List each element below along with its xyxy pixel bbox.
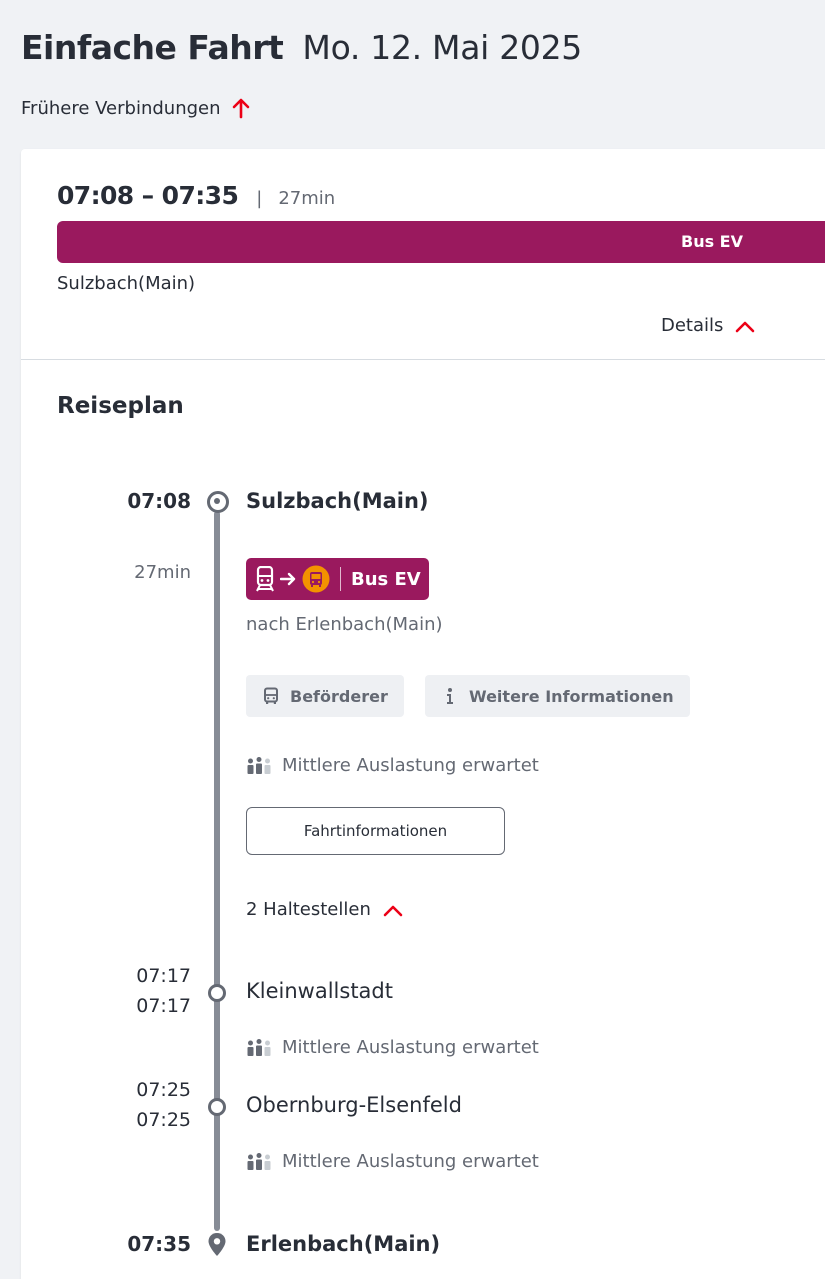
details-label: Details bbox=[661, 315, 724, 336]
leg-direction: nach Erlenbach(Main) bbox=[246, 614, 443, 635]
stop-node bbox=[208, 984, 226, 1002]
occupancy-icon bbox=[247, 756, 271, 774]
operator-label: Beförderer bbox=[290, 686, 388, 706]
occupancy-info: Mittlere Auslastung erwartet bbox=[246, 1151, 539, 1172]
duration: 27min bbox=[278, 188, 336, 209]
start-station: Sulzbach(Main) bbox=[246, 489, 429, 513]
start-time: 07:08 bbox=[127, 489, 191, 513]
trip-info-button[interactable]: Fahrtinformationen bbox=[246, 807, 505, 855]
trip-date: Mo. 12. Mai 2025 bbox=[302, 28, 582, 67]
end-time: 07:35 bbox=[127, 1232, 191, 1256]
operator-button[interactable]: Beförderer bbox=[246, 675, 404, 717]
end-station: Erlenbach(Main) bbox=[246, 1232, 441, 1256]
occupancy-label: Mittlere Auslastung erwartet bbox=[282, 755, 539, 776]
occupancy-icon bbox=[247, 1152, 271, 1170]
more-info-label: Weitere Informationen bbox=[469, 686, 674, 706]
connection-summary: 07:08 – 07:35 | 27min bbox=[57, 181, 335, 210]
transport-badge[interactable]: Bus EV bbox=[246, 558, 429, 600]
stop-arrival-time: 07:17 bbox=[136, 965, 191, 987]
stop-departure-time: 07:17 bbox=[136, 995, 191, 1017]
more-info-button[interactable]: Weitere Informationen bbox=[425, 675, 690, 717]
timeline-line bbox=[214, 511, 220, 1231]
leg-duration: 27min bbox=[134, 562, 191, 583]
earlier-connections-label: Frühere Verbindungen bbox=[21, 97, 221, 119]
bus-icon bbox=[302, 565, 330, 593]
badge-product-label: Bus EV bbox=[351, 568, 421, 590]
occupancy-info: Mittlere Auslastung erwartet bbox=[246, 755, 539, 776]
details-toggle[interactable]: Details bbox=[661, 315, 755, 336]
occupancy-info: Mittlere Auslastung erwartet bbox=[246, 1037, 539, 1058]
badge-separator bbox=[340, 567, 341, 591]
stops-toggle[interactable]: 2 Haltestellen bbox=[246, 899, 403, 920]
time-range: 07:08 – 07:35 bbox=[57, 181, 239, 210]
journey-segment-bar: Bus EV bbox=[57, 221, 825, 263]
chevron-up-icon bbox=[736, 321, 755, 332]
stops-toggle-label: 2 Haltestellen bbox=[246, 899, 371, 920]
separator: | bbox=[256, 188, 263, 209]
chevron-up-icon bbox=[383, 905, 403, 916]
occupancy-label: Mittlere Auslastung erwartet bbox=[282, 1151, 539, 1172]
connection-card: 07:08 – 07:35 | 27min Bus EV Sulzbach(Ma… bbox=[21, 149, 825, 1279]
stop-departure-time: 07:25 bbox=[136, 1109, 191, 1131]
start-node bbox=[207, 491, 229, 513]
arrow-right-icon bbox=[280, 572, 296, 586]
arrow-up-icon bbox=[232, 98, 249, 119]
segment-product-label: Bus EV bbox=[681, 232, 743, 251]
occupancy-icon bbox=[247, 1038, 271, 1056]
occupancy-label: Mittlere Auslastung erwartet bbox=[282, 1037, 539, 1058]
bus-icon bbox=[264, 687, 278, 704]
info-icon bbox=[447, 688, 453, 704]
divider bbox=[21, 359, 825, 360]
section-title: Reiseplan bbox=[57, 393, 184, 419]
stop-station: Obernburg-Elsenfeld bbox=[246, 1093, 462, 1117]
page-title: Einfache Fahrt Mo. 12. Mai 2025 bbox=[21, 28, 582, 67]
trip-type: Einfache Fahrt bbox=[21, 28, 284, 67]
earlier-connections-link[interactable]: Frühere Verbindungen bbox=[21, 97, 251, 119]
destination-pin-icon bbox=[208, 1233, 226, 1256]
stop-station: Kleinwallstadt bbox=[246, 979, 393, 1003]
stop-node bbox=[208, 1098, 226, 1116]
departure-station: Sulzbach(Main) bbox=[57, 273, 196, 294]
stop-arrival-time: 07:25 bbox=[136, 1079, 191, 1101]
train-icon bbox=[256, 566, 274, 592]
